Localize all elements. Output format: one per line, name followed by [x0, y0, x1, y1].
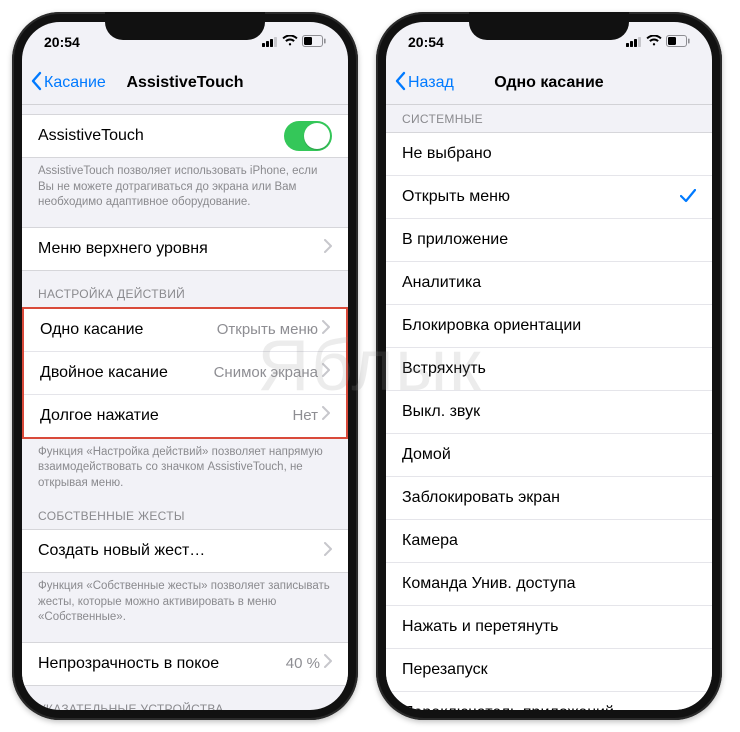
- row-value: Открыть меню: [217, 321, 318, 338]
- option-label: В приложение: [402, 231, 696, 249]
- back-label: Назад: [408, 74, 454, 92]
- status-time: 20:54: [408, 34, 444, 50]
- option-label: Открыть меню: [402, 188, 680, 206]
- option-label: Перезапуск: [402, 661, 696, 679]
- option-row[interactable]: В приложение: [386, 218, 712, 261]
- option-row[interactable]: Перезапуск: [386, 648, 712, 691]
- option-row[interactable]: Блокировка ориентации: [386, 304, 712, 347]
- option-row[interactable]: Аналитика: [386, 261, 712, 304]
- battery-icon: [302, 34, 326, 50]
- option-row[interactable]: Выкл. звук: [386, 390, 712, 433]
- option-row[interactable]: Заблокировать экран: [386, 476, 712, 519]
- option-row[interactable]: Команда Унив. доступа: [386, 562, 712, 605]
- toggle-label: AssistiveTouch: [38, 127, 284, 145]
- option-row[interactable]: Камера: [386, 519, 712, 562]
- chevron-right-icon: [324, 542, 332, 561]
- row-label: Долгое нажатие: [40, 407, 292, 425]
- row-value: Нет: [292, 407, 318, 424]
- long-press-row[interactable]: Долгое нажатие Нет: [24, 394, 346, 437]
- wifi-icon: [282, 34, 298, 50]
- row-label: Непрозрачность в покое: [38, 655, 286, 673]
- option-label: Нажать и перетянуть: [402, 618, 696, 636]
- option-row[interactable]: Переключатель приложений: [386, 691, 712, 710]
- row-label: Меню верхнего уровня: [38, 240, 324, 258]
- chevron-left-icon: [30, 71, 42, 96]
- chevron-right-icon: [322, 363, 330, 382]
- toggle-switch[interactable]: [284, 121, 332, 151]
- battery-icon: [666, 34, 690, 50]
- option-label: Команда Унив. доступа: [402, 575, 696, 593]
- nav-bar: Назад Одно касание: [386, 62, 712, 105]
- system-header: СИСТЕМНЫЕ: [386, 104, 712, 132]
- gestures-header: СОБСТВЕННЫЕ ЖЕСТЫ: [22, 493, 348, 529]
- option-label: Встряхнуть: [402, 360, 696, 378]
- nav-bar: Касание AssistiveTouch: [22, 62, 348, 105]
- option-label: Аналитика: [402, 274, 696, 292]
- actions-footer: Функция «Настройка действий» позволяет н…: [22, 439, 348, 494]
- signal-icon: [626, 34, 642, 50]
- assistivetouch-footer: AssistiveTouch позволяет использовать iP…: [22, 158, 348, 213]
- option-label: Не выбрано: [402, 145, 696, 163]
- option-label: Камера: [402, 532, 696, 550]
- assistivetouch-toggle-row[interactable]: AssistiveTouch: [22, 115, 348, 157]
- back-button[interactable]: Касание: [30, 71, 106, 96]
- top-level-menu-row[interactable]: Меню верхнего уровня: [22, 228, 348, 270]
- row-value: Снимок экрана: [214, 364, 318, 381]
- single-tap-row[interactable]: Одно касание Открыть меню: [24, 309, 346, 351]
- option-label: Заблокировать экран: [402, 489, 696, 507]
- gestures-footer: Функция «Собственные жесты» позволяет за…: [22, 573, 348, 628]
- chevron-right-icon: [324, 239, 332, 258]
- status-time: 20:54: [44, 34, 80, 50]
- option-label: Выкл. звук: [402, 403, 696, 421]
- row-value: 40 %: [286, 655, 320, 672]
- checkmark-icon: [680, 187, 696, 208]
- option-row[interactable]: Домой: [386, 433, 712, 476]
- option-row[interactable]: Встряхнуть: [386, 347, 712, 390]
- idle-opacity-row[interactable]: Непрозрачность в покое 40 %: [22, 643, 348, 685]
- back-button[interactable]: Назад: [394, 71, 454, 96]
- wifi-icon: [646, 34, 662, 50]
- phone-right: 20:54 Назад Одно касание СИСТЕМНЫЕ Не вы…: [376, 12, 722, 720]
- option-row[interactable]: Открыть меню: [386, 175, 712, 218]
- double-tap-row[interactable]: Двойное касание Снимок экрана: [24, 351, 346, 394]
- chevron-right-icon: [322, 406, 330, 425]
- actions-header: НАСТРОЙКА ДЕЙСТВИЙ: [22, 271, 348, 307]
- row-label: Одно касание: [40, 321, 217, 339]
- row-label: Создать новый жест…: [38, 542, 324, 560]
- back-label: Касание: [44, 74, 106, 92]
- signal-icon: [262, 34, 278, 50]
- option-label: Блокировка ориентации: [402, 317, 696, 335]
- row-label: Двойное касание: [40, 364, 214, 382]
- chevron-right-icon: [322, 320, 330, 339]
- create-gesture-row[interactable]: Создать новый жест…: [22, 530, 348, 572]
- devices-header: УКАЗАТЕЛЬНЫЕ УСТРОЙСТВА: [22, 686, 348, 710]
- option-row[interactable]: Не выбрано: [386, 133, 712, 175]
- option-label: Домой: [402, 446, 696, 464]
- chevron-right-icon: [324, 654, 332, 673]
- option-label: Переключатель приложений: [402, 704, 696, 710]
- phone-left: 20:54 Касание AssistiveTouch Assi: [12, 12, 358, 720]
- chevron-left-icon: [394, 71, 406, 96]
- notch: [469, 12, 629, 40]
- option-row[interactable]: Нажать и перетянуть: [386, 605, 712, 648]
- notch: [105, 12, 265, 40]
